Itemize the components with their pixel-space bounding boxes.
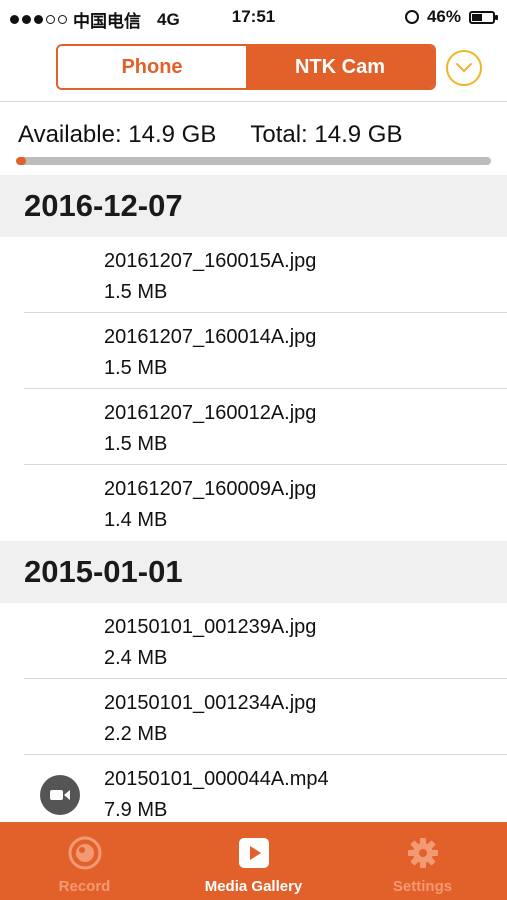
list-item[interactable]: 20161207_160009A.jpg 1.4 MB <box>0 465 507 541</box>
file-name: 20150101_000044A.mp4 <box>104 768 329 790</box>
file-name: 20161207_160015A.jpg <box>104 250 317 272</box>
file-name: 20150101_001239A.jpg <box>104 616 317 638</box>
file-size: 1.5 MB <box>104 281 168 303</box>
bottom-tab-bar: Record Media Gallery Settings <box>0 822 507 900</box>
tab-settings[interactable]: Settings <box>338 822 507 900</box>
chevron-down-icon <box>456 63 472 72</box>
header: Phone NTK Cam <box>0 34 507 102</box>
file-name: 20161207_160012A.jpg <box>104 402 317 424</box>
file-size: 1.5 MB <box>104 357 168 379</box>
file-size: 1.5 MB <box>104 433 168 455</box>
source-segmented-control: Phone NTK Cam <box>56 44 436 90</box>
tab-media-gallery[interactable]: Media Gallery <box>169 822 338 900</box>
battery-icon <box>469 10 498 24</box>
file-size: 7.9 MB <box>104 799 168 821</box>
ntk-cam-tab-button[interactable]: NTK Cam <box>246 46 434 88</box>
tab-settings-label: Settings <box>392 878 453 895</box>
play-icon <box>237 836 271 870</box>
tab-record-label: Record <box>58 878 111 895</box>
tab-media-gallery-label: Media Gallery <box>204 878 303 895</box>
available-storage: Available: 14.9 GB <box>18 121 217 148</box>
list-item[interactable]: 20161207_160014A.jpg 1.5 MB <box>0 313 507 389</box>
file-size: 2.4 MB <box>104 647 168 669</box>
list-item[interactable]: 20161207_160015A.jpg 1.5 MB <box>0 237 507 313</box>
file-name: 20161207_160014A.jpg <box>104 326 317 348</box>
status-right: 46% <box>404 7 498 27</box>
tab-record[interactable]: Record <box>0 822 169 900</box>
file-name: 20161207_160009A.jpg <box>104 478 317 500</box>
list-item[interactable]: 20150101_000044A.mp4 7.9 MB <box>0 755 507 822</box>
record-icon <box>68 836 102 870</box>
file-name: 20150101_001234A.jpg <box>104 692 317 714</box>
media-list[interactable]: 2016-12-07 20161207_160015A.jpg 1.5 MB 2… <box>0 175 507 822</box>
file-size: 1.4 MB <box>104 509 168 531</box>
dropdown-button[interactable] <box>446 50 482 86</box>
alarm-icon <box>404 10 419 24</box>
list-item[interactable]: 20161207_160012A.jpg 1.5 MB <box>0 389 507 465</box>
storage-progress-bar <box>16 157 491 165</box>
list-item[interactable]: 20150101_001234A.jpg 2.2 MB <box>0 679 507 755</box>
list-item[interactable]: 20150101_001239A.jpg 2.4 MB <box>0 603 507 679</box>
section-header-date: 2015-01-01 <box>0 541 507 603</box>
video-camera-icon <box>40 775 80 815</box>
total-storage: Total: 14.9 GB <box>250 121 403 148</box>
file-size: 2.2 MB <box>104 723 168 745</box>
status-bar: 中国电信 4G 17:51 46% <box>0 0 507 34</box>
section-header-date: 2016-12-07 <box>0 175 507 237</box>
battery-percent: 46% <box>426 7 461 26</box>
phone-tab-button[interactable]: Phone <box>58 46 246 88</box>
storage-progress-fill <box>16 157 26 165</box>
gear-icon <box>406 836 440 870</box>
